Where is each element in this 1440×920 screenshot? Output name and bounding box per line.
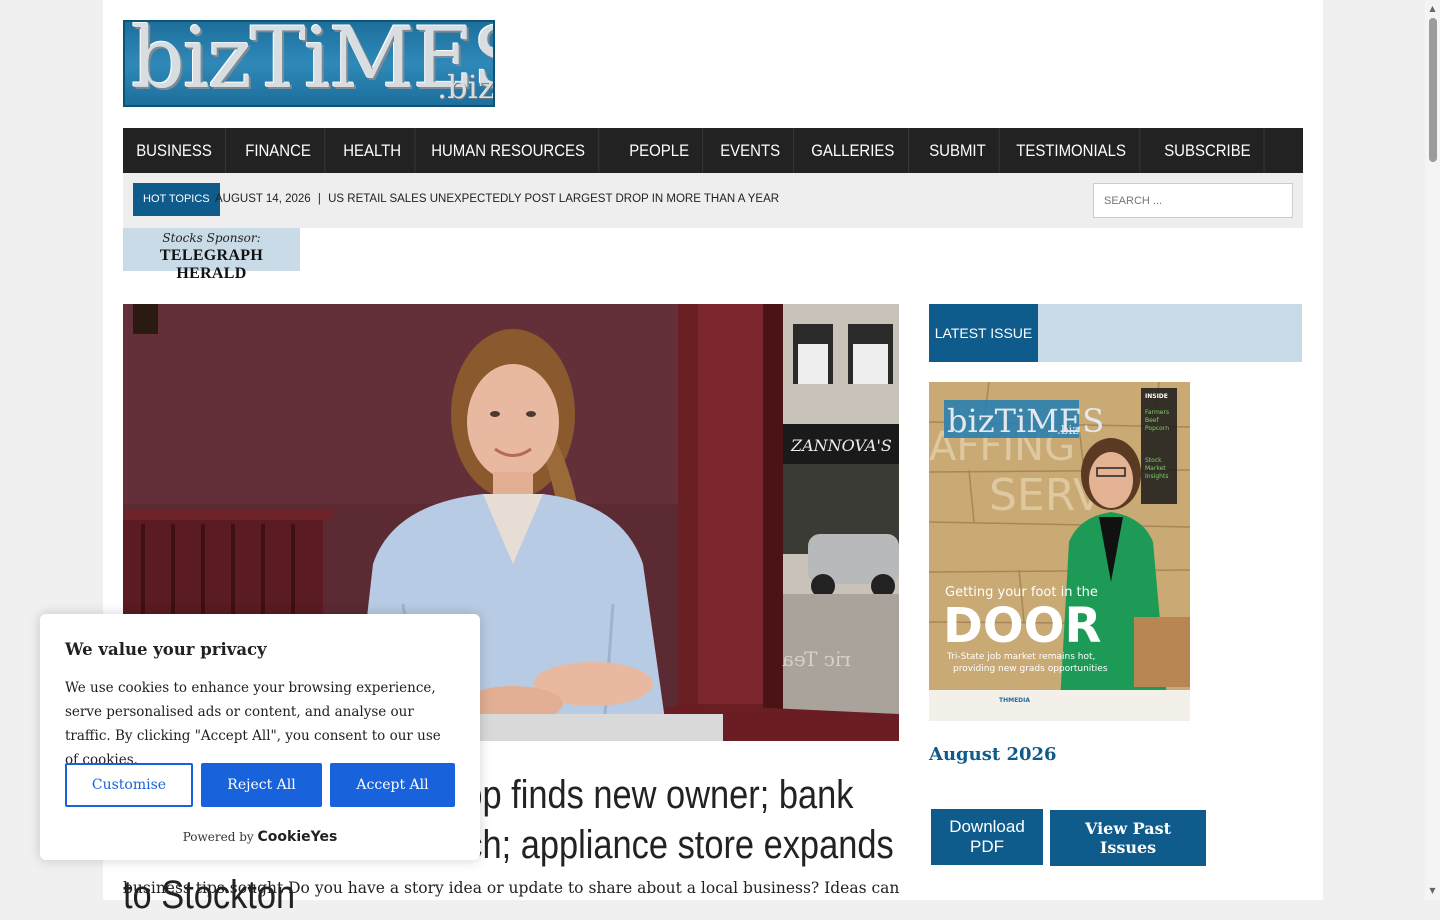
- view-past-issues-button[interactable]: View Past Issues: [1050, 810, 1206, 866]
- nav-item-human-resources[interactable]: HUMAN RESOURCES: [418, 128, 600, 173]
- sponsor-label: Stocks Sponsor:: [162, 231, 261, 245]
- site-logo[interactable]: bizTiMES .biz: [123, 20, 495, 107]
- nav-item-finance[interactable]: FINANCE: [232, 128, 325, 173]
- ticker-headline[interactable]: US RETAIL SALES UNEXPECTEDLY POST LARGES…: [328, 193, 779, 205]
- nav-item-health[interactable]: HEALTH: [330, 128, 415, 173]
- sponsor-name: TELEGRAPH HERALD: [159, 247, 264, 282]
- main-nav: BUSINESS FINANCE HEALTH HUMAN RESOURCES …: [123, 128, 1303, 173]
- search-input[interactable]: [1093, 183, 1293, 218]
- cookie-description: We use cookies to enhance your browsing …: [65, 680, 441, 768]
- hot-topics-ticker[interactable]: AUGUST 14, 2026 | US RETAIL SALES UNEXPE…: [215, 183, 779, 216]
- hot-topics-label: HOT TOPICS: [133, 183, 220, 216]
- powered-by-label: Powered by: [182, 830, 254, 844]
- nav-item-people[interactable]: PEOPLE: [616, 128, 704, 173]
- powered-by: Powered by CookieYes: [40, 829, 480, 845]
- cover-headline-big: DOOR: [943, 598, 1101, 654]
- cover-brand-suffix: .biz: [1057, 423, 1079, 437]
- latest-issue-label: LATEST ISSUE: [929, 304, 1038, 362]
- storefront-sign: ZANNOVA'S: [790, 436, 892, 455]
- cover-inside-2: Beef: [1145, 417, 1159, 424]
- nav-item-galleries[interactable]: GALLERIES: [798, 128, 909, 173]
- cover-subline-2: providing new grads opportunities: [953, 664, 1108, 674]
- cover-inside-4: Stock: [1145, 457, 1162, 464]
- cover-inside-label: INSIDE: [1145, 393, 1168, 400]
- nav-item-subscribe[interactable]: SUBSCRIBE: [1151, 128, 1265, 173]
- window-text: ric Tea: [782, 647, 851, 671]
- cover-inside-6: Insights: [1145, 473, 1168, 480]
- latest-issue-title[interactable]: August 2026: [929, 744, 1057, 765]
- latest-issue-header: LATEST ISSUE: [929, 304, 1302, 362]
- accept-all-button[interactable]: Accept All: [330, 763, 455, 807]
- ticker-date: AUGUST 14, 2026: [215, 193, 311, 205]
- logo-suffix: .biz: [437, 68, 495, 106]
- cover-inside-1: Farmers: [1145, 409, 1169, 416]
- stocks-sponsor-banner[interactable]: Stocks Sponsor: TELEGRAPH HERALD: [123, 228, 300, 282]
- cover-brand: bizTiMES: [947, 402, 1104, 440]
- scroll-down-arrow-icon[interactable]: ▼: [1425, 884, 1440, 898]
- page-scrollbar[interactable]: ▲ ▼: [1425, 0, 1440, 900]
- cover-inside-3: Popcorn: [1145, 425, 1169, 432]
- cover-subline-1: Tri-State job market remains hot,: [946, 652, 1095, 662]
- cover-inside-5: Market: [1145, 465, 1166, 472]
- download-pdf-button[interactable]: Download PDF: [931, 809, 1043, 865]
- nav-item-submit[interactable]: SUBMIT: [916, 128, 1000, 173]
- customise-button[interactable]: Customise: [65, 763, 193, 807]
- article-excerpt: business tips sought Do you have a story…: [123, 879, 903, 897]
- cover-image: AFFING SERV bizTiMES .biz INSIDE Farmers…: [929, 382, 1190, 721]
- reject-all-button[interactable]: Reject All: [201, 763, 322, 807]
- cookieyes-logo[interactable]: CookieYes: [258, 829, 338, 845]
- cover-footer-logo: THMEDIA: [999, 697, 1030, 704]
- hot-topics-bar: HOT TOPICS AUGUST 14, 2026 | US RETAIL S…: [123, 173, 1303, 228]
- nav-item-testimonials[interactable]: TESTIMONIALS: [1003, 128, 1140, 173]
- scroll-up-arrow-icon[interactable]: ▲: [1425, 2, 1440, 16]
- nav-item-events[interactable]: EVENTS: [707, 128, 795, 173]
- nav-item-business[interactable]: BUSINESS: [123, 128, 226, 173]
- cookie-consent-banner: We value your privacy We use cookies to …: [40, 614, 480, 860]
- cookie-title: We value your privacy: [65, 640, 267, 659]
- scrollbar-thumb[interactable]: [1429, 18, 1437, 162]
- ticker-separator: |: [317, 193, 321, 205]
- magazine-cover[interactable]: AFFING SERV bizTiMES .biz INSIDE Farmers…: [929, 382, 1190, 721]
